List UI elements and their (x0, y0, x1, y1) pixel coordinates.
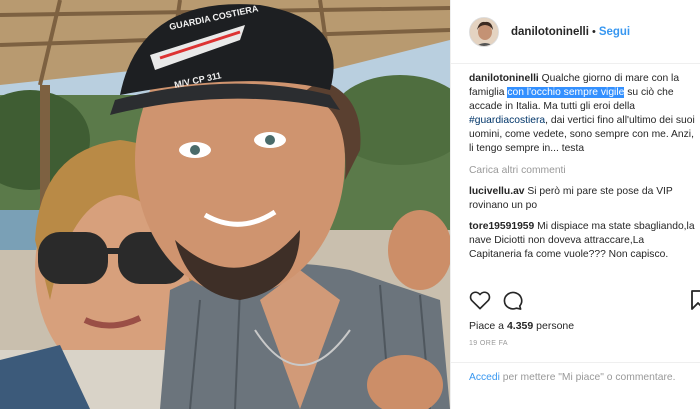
caption-username[interactable]: danilotoninelli (469, 73, 539, 84)
comment-username[interactable]: tore19591959 (469, 221, 534, 232)
likes-prefix: Piace a (469, 320, 507, 332)
load-more-comments[interactable]: Carica altri commenti (469, 164, 695, 178)
post-header: danilotoninelli • Segui (451, 0, 700, 64)
comment-username[interactable]: lucivellu.av (469, 186, 525, 197)
header-username[interactable]: danilotoninelli (511, 26, 589, 38)
post-actions (469, 288, 700, 314)
bookmark-icon[interactable] (691, 290, 700, 315)
likes-suffix: persone (533, 320, 575, 332)
caption-highlight: con l'occhio sempre vigile (507, 87, 625, 98)
login-prompt-text: per mettere "Mi piace" o commentare. (499, 372, 676, 383)
likes-line: Piace a 4.359 persone (469, 320, 574, 332)
comment-icon[interactable] (501, 290, 523, 315)
comments-section: danilotoninelli Qualche giorno di mare c… (469, 72, 695, 262)
comment-item: lucivellu.av Si però mi pare ste pose da… (469, 185, 695, 213)
caption-hashtag[interactable]: #guardiacostiera (469, 115, 545, 126)
photo-illustration: GUARDIA COSTIERA M/V CP 311 (0, 0, 450, 409)
heart-icon[interactable] (469, 290, 491, 315)
login-prompt: Accedi per mettere "Mi piace" o commenta… (451, 362, 700, 409)
likes-count[interactable]: 4.359 (507, 320, 533, 332)
login-link[interactable]: Accedi (469, 372, 500, 383)
post-photo: GUARDIA COSTIERA M/V CP 311 (0, 0, 450, 409)
follow-button[interactable]: Segui (599, 26, 630, 38)
caption: danilotoninelli Qualche giorno di mare c… (469, 72, 695, 156)
post-side-panel: danilotoninelli • Segui danilotoninelli … (450, 0, 700, 409)
avatar-image (470, 17, 498, 46)
avatar[interactable] (469, 16, 499, 47)
header-separator: • (591, 25, 596, 38)
post-time: 19 ORE FA (469, 340, 509, 347)
comment-item: tore19591959 Mi dispiace ma state sbagli… (469, 220, 695, 262)
